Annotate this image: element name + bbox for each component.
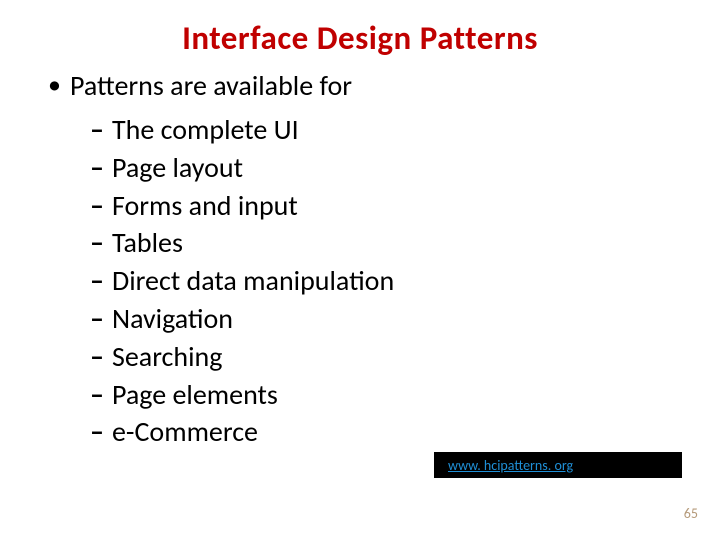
sub-list: The complete UI Page layout Forms and in…: [112, 111, 690, 451]
sub-item-complete-ui: The complete UI: [112, 111, 690, 149]
hcipatterns-link[interactable]: www. hcipatterns. org: [448, 457, 573, 474]
sub-item-searching: Searching: [112, 338, 690, 376]
sub-item-direct-manipulation: Direct data manipulation: [112, 262, 690, 300]
sub-item-page-layout: Page layout: [112, 149, 690, 187]
slide-body: Interface Design Patterns Patterns are a…: [0, 0, 720, 540]
sub-item-tables: Tables: [112, 224, 690, 262]
sub-item-ecommerce: e-Commerce: [112, 413, 690, 451]
sub-item-page-elements: Page elements: [112, 376, 690, 414]
sub-item-forms-input: Forms and input: [112, 187, 690, 225]
page-number: 65: [684, 505, 698, 522]
bullet-patterns-available: Patterns are available for: [70, 68, 690, 103]
sub-item-navigation: Navigation: [112, 300, 690, 338]
link-box: www. hcipatterns. org: [434, 452, 682, 478]
slide-title: Interface Design Patterns: [30, 18, 690, 58]
